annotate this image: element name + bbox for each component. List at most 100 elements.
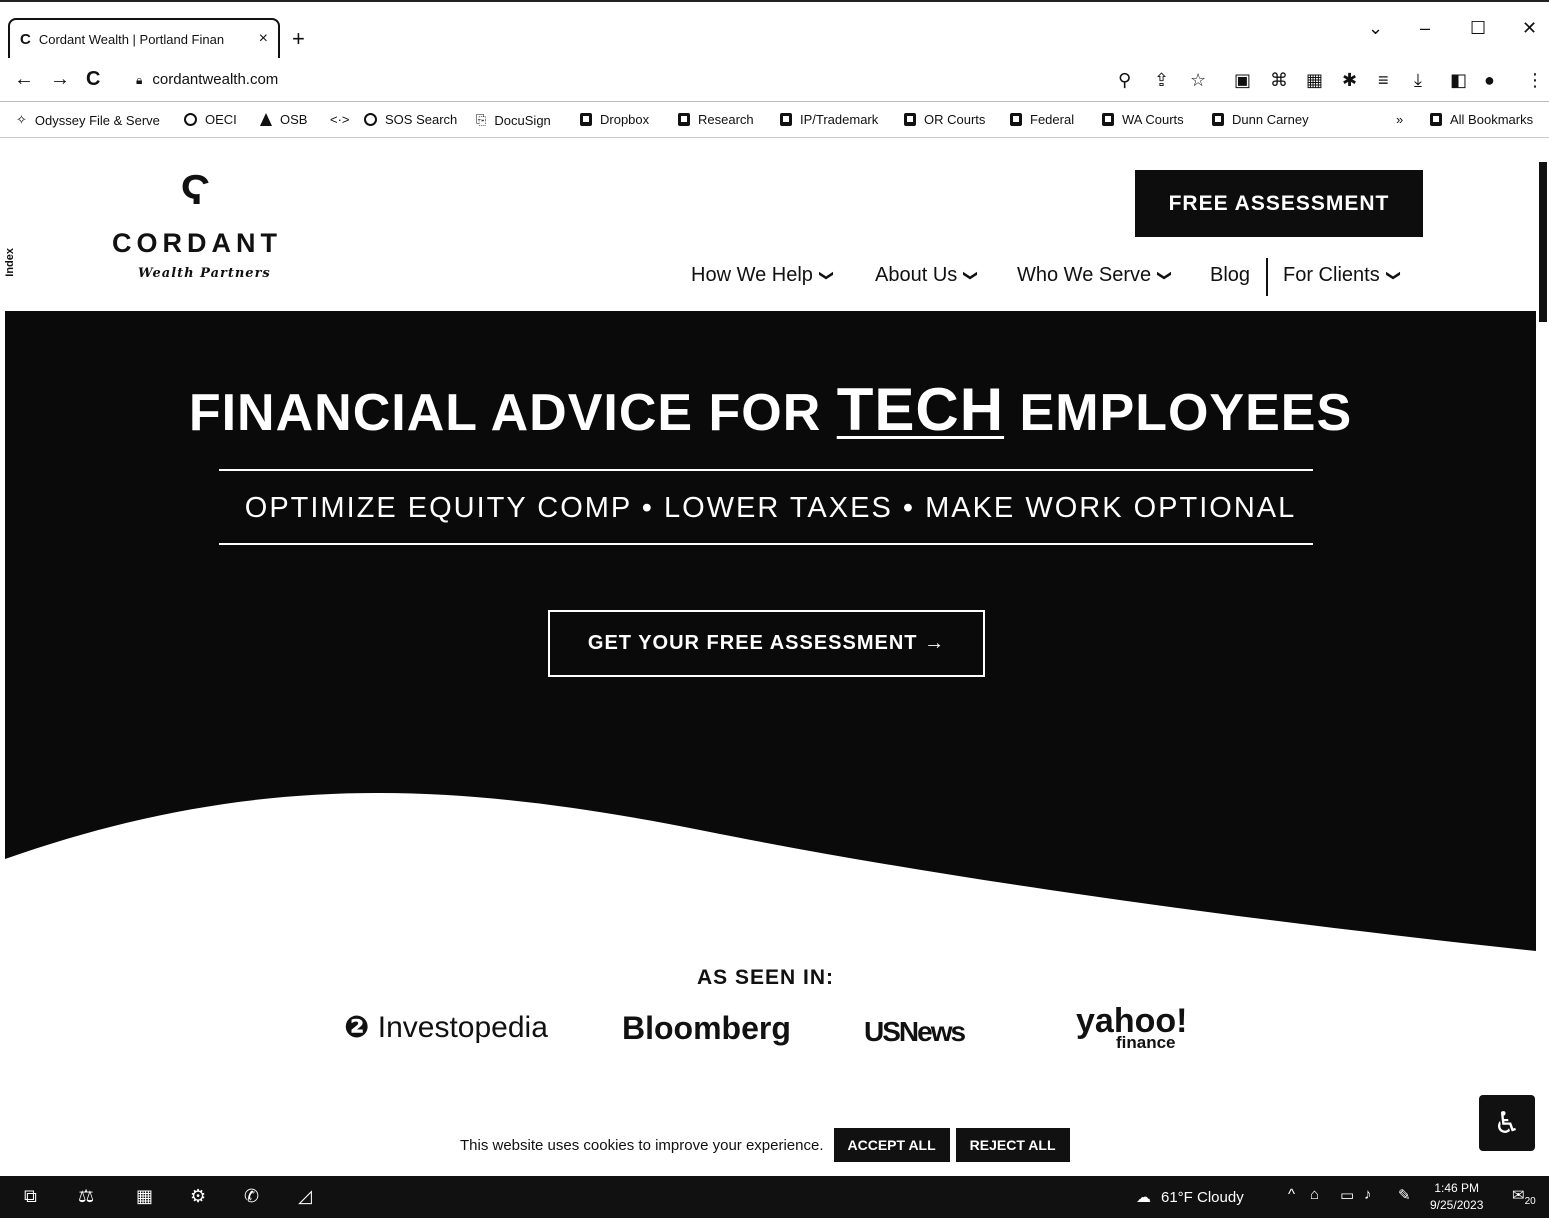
bloomberg-logo: Bloomberg <box>622 1010 791 1046</box>
cloud-icon: ☁ <box>1136 1189 1151 1206</box>
windows-taskbar: ⧉ ⚖ ▦ ⚙ ✆ ◿ ☁ 61°F Cloudy ^ ⌂ ▭ ♪ ✎ 1:46 … <box>0 1176 1549 1218</box>
all-bookmarks-button[interactable]: All Bookmarks <box>1430 112 1533 127</box>
accept-all-button[interactable]: ACCEPT ALL <box>833 1128 950 1162</box>
cordant-logo-mark-icon[interactable]: Ϛ <box>180 166 210 214</box>
pen-icon[interactable]: ✎ <box>1398 1186 1411 1204</box>
bookmark-or-courts[interactable]: OR Courts <box>904 112 985 127</box>
nav-for-clients[interactable]: For Clients ❯ <box>1283 264 1403 287</box>
page-scrollbar[interactable] <box>1537 150 1549 1176</box>
settings-gear-icon[interactable]: ⚙ <box>190 1186 206 1207</box>
bookmark-odyssey[interactable]: ✧ Odyssey File & Serve <box>16 112 160 128</box>
free-assessment-button[interactable]: FREE ASSESSMENT <box>1135 170 1423 237</box>
bookmark-oeci[interactable]: OECI <box>184 112 237 127</box>
notifications-icon[interactable]: ✉20 <box>1512 1186 1536 1207</box>
bookmark-osb[interactable]: OSB <box>260 112 307 127</box>
yahoo-finance-logo: yahoo! finance <box>1076 1002 1188 1052</box>
tray-chevron-up-icon[interactable]: ^ <box>1288 1186 1295 1203</box>
chevron-down-icon: ❯ <box>1386 269 1403 282</box>
as-seen-in-heading: AS SEEN IN: <box>696 966 835 989</box>
investopedia-icon: ❷ <box>344 1011 370 1044</box>
tab-search-dropdown-icon[interactable]: ⌄ <box>1368 18 1383 39</box>
investopedia-logo: ❷ Investopedia <box>344 1011 548 1044</box>
bookmark-wa-courts[interactable]: WA Courts <box>1102 112 1184 127</box>
calculator-icon[interactable]: ▦ <box>136 1186 153 1207</box>
bookmark-sos-search[interactable]: SOS Search <box>364 112 457 127</box>
close-window-button[interactable]: ✕ <box>1522 18 1537 39</box>
browser-titlebar: C Cordant Wealth | Portland Finan × + ⌄ … <box>0 0 1549 60</box>
extensions-puzzle-icon[interactable]: ✱ <box>1342 70 1357 91</box>
bookmarks-overflow-button[interactable]: » <box>1396 112 1403 127</box>
extension-3-icon[interactable]: ▦ <box>1306 70 1323 91</box>
new-tab-button[interactable]: + <box>292 26 305 52</box>
get-free-assessment-button[interactable]: GET YOUR FREE ASSESSMENT → <box>548 610 985 677</box>
forward-arrow-icon[interactable]: → <box>50 68 70 91</box>
hero-banner: FINANCIAL ADVICE FOR TECH EMPLOYEES OPTI… <box>5 311 1536 961</box>
phone-icon[interactable]: ✆ <box>244 1186 259 1207</box>
chevron-down-icon: ❯ <box>963 269 980 282</box>
network-icon[interactable]: ⌂ <box>1310 1186 1319 1203</box>
hero-subtitle: OPTIMIZE EQUITY COMP • LOWER TAXES • MAK… <box>244 492 1297 524</box>
logo-name[interactable]: CORDANT <box>112 228 282 259</box>
folder-icon <box>1212 113 1224 126</box>
nav-about-us[interactable]: About Us ❯ <box>875 264 980 287</box>
bookmark-federal[interactable]: Federal <box>1010 112 1074 127</box>
nav-who-we-serve[interactable]: Who We Serve ❯ <box>1017 264 1174 287</box>
profile-avatar-icon[interactable]: ● <box>1484 70 1495 91</box>
maximize-button[interactable]: ☐ <box>1470 18 1486 39</box>
bookmark-dunn-carney[interactable]: Dunn Carney <box>1212 112 1309 127</box>
cookie-text: This website uses cookies to improve you… <box>460 1136 824 1154</box>
taskbar-app-1-icon[interactable]: ⚖ <box>78 1186 94 1207</box>
bookmark-ip-trademark[interactable]: IP/Trademark <box>780 112 878 127</box>
side-panel-icon[interactable]: ◧ <box>1450 70 1467 91</box>
tab-favicon-icon: C <box>20 30 31 48</box>
web-page: Index Ϛ CORDANT Wealth Partners FREE ASS… <box>0 138 1549 1176</box>
weather-widget[interactable]: ☁ 61°F Cloudy <box>1136 1188 1244 1207</box>
lock-icon: 🔒︎ <box>136 73 143 87</box>
bookmark-docusign[interactable]: ⎘ DocuSign <box>476 112 551 128</box>
share-icon[interactable]: ⇪ <box>1154 70 1169 91</box>
tab-close-icon[interactable]: × <box>259 30 268 48</box>
reload-icon[interactable]: C <box>86 68 100 91</box>
folder-icon <box>1010 113 1022 126</box>
globe-icon <box>364 113 377 126</box>
extension-2-icon[interactable]: ⌘ <box>1270 70 1288 91</box>
folder-icon <box>678 113 690 126</box>
reading-list-icon[interactable]: ≡ <box>1378 70 1389 91</box>
url-field[interactable]: 🔒︎ cordantwealth.com <box>136 71 278 88</box>
extension-1-icon[interactable]: ▣ <box>1234 70 1251 91</box>
display-icon[interactable]: ▭ <box>1340 1186 1354 1204</box>
hero-rule-top <box>219 469 1313 471</box>
chevron-down-icon: ❯ <box>819 269 836 282</box>
folder-icon <box>1102 113 1114 126</box>
folder-icon <box>904 113 916 126</box>
minimize-button[interactable]: – <box>1420 18 1430 39</box>
back-arrow-icon[interactable]: ← <box>14 68 34 91</box>
docusign-icon: ⎘ <box>476 112 487 127</box>
nav-how-we-help[interactable]: How We Help ❯ <box>691 264 836 287</box>
triangle-icon <box>260 113 272 126</box>
bookmarks-bar: ✧ Odyssey File & Serve OECI OSB <·> SOS S… <box>0 102 1549 138</box>
browser-tab-active[interactable]: C Cordant Wealth | Portland Finan × <box>8 18 280 58</box>
snipping-tool-icon[interactable]: ◿ <box>298 1186 312 1207</box>
tab-title: Cordant Wealth | Portland Finan <box>38 31 225 47</box>
nav-divider <box>1266 258 1268 296</box>
folder-icon <box>1430 113 1442 126</box>
address-bar-row: ← → C 🔒︎ cordantwealth.com ⚲ ⇪ ☆ ▣ ⌘ ▦ ✱ … <box>0 60 1549 102</box>
download-icon[interactable]: ⤓ <box>1414 70 1422 91</box>
taskbar-clock[interactable]: 1:46 PM 9/25/2023 <box>1430 1180 1483 1214</box>
scrollbar-thumb[interactable] <box>1539 162 1547 322</box>
star-icon[interactable]: ☆ <box>1190 70 1206 91</box>
nav-blog[interactable]: Blog <box>1210 264 1250 287</box>
volume-icon[interactable]: ♪ <box>1364 1186 1372 1203</box>
bookmark-research[interactable]: Research <box>678 112 754 127</box>
hero-rule-bottom <box>219 543 1313 545</box>
chevron-down-icon: ❯ <box>1157 269 1174 282</box>
reject-all-button[interactable]: REJECT ALL <box>955 1128 1070 1162</box>
index-side-tab[interactable]: Index <box>4 248 16 277</box>
task-view-icon[interactable]: ⧉ <box>24 1186 37 1207</box>
menu-kebab-icon[interactable]: ⋮ <box>1526 70 1544 91</box>
search-icon[interactable]: ⚲ <box>1118 70 1131 91</box>
bookmark-dropbox[interactable]: Dropbox <box>580 112 649 127</box>
accessibility-icon[interactable]: ♿︎ <box>1479 1095 1535 1151</box>
bookmark-code[interactable]: <·> <box>330 112 350 127</box>
